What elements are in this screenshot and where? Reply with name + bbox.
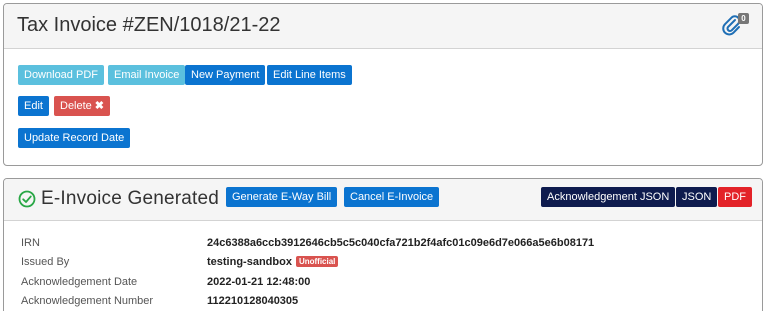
email-invoice-button[interactable]: Email Invoice — [108, 65, 186, 85]
ack-number-label: Acknowledgement Number — [21, 295, 154, 307]
ack-number-value: 112210128040305 — [207, 295, 299, 307]
issued-by-text: testing-sandbox — [207, 256, 292, 268]
ack-date-label: Acknowledgement Date — [21, 276, 138, 288]
download-pdf-button[interactable]: Download PDF — [18, 65, 104, 85]
attachments-button[interactable]: 0 — [722, 13, 749, 39]
update-record-date-button[interactable]: Update Record Date — [18, 128, 131, 148]
einvoice-card-header: E-Invoice Generated Generate E-Way Bill … — [4, 179, 762, 221]
ack-json-button[interactable]: Acknowledgement JSON — [541, 187, 676, 207]
page-title: Tax Invoice #ZEN/1018/21-22 — [17, 14, 281, 36]
generate-eway-bill-button[interactable]: Generate E-Way Bill — [226, 187, 338, 207]
einvoice-title: E-Invoice Generated — [18, 188, 219, 210]
irn-value: 24c6388a6ccb3912646cb5c5c040cfa721b2f4af… — [207, 237, 595, 249]
check-circle-icon — [18, 190, 36, 208]
invoice-card-header: Tax Invoice #ZEN/1018/21-22 0 — [4, 4, 762, 49]
issued-by-label: Issued By — [21, 256, 70, 268]
cancel-einvoice-button[interactable]: Cancel E-Invoice — [344, 187, 440, 207]
delete-label: Delete — [60, 100, 92, 112]
edit-line-items-button[interactable]: Edit Line Items — [267, 65, 352, 85]
json-button[interactable]: JSON — [676, 187, 718, 207]
irn-label: IRN — [21, 237, 40, 249]
attachments-count-badge: 0 — [738, 13, 749, 24]
invoice-card: Tax Invoice #ZEN/1018/21-22 0 Download P… — [3, 3, 763, 166]
unofficial-badge: Unofficial — [295, 256, 339, 267]
delete-button[interactable]: Delete ✖ — [54, 96, 111, 116]
einvoice-card: E-Invoice Generated Generate E-Way Bill … — [3, 178, 763, 311]
pdf-button[interactable]: PDF — [718, 187, 752, 207]
issued-by-value: testing-sandbox Unofficial — [207, 256, 339, 268]
edit-button[interactable]: Edit — [18, 96, 49, 116]
ack-date-value: 2022-01-21 12:48:00 — [207, 276, 311, 288]
times-icon: ✖ — [94, 100, 105, 112]
einvoice-title-text: E-Invoice Generated — [41, 188, 220, 209]
new-payment-button[interactable]: New Payment — [185, 65, 266, 85]
